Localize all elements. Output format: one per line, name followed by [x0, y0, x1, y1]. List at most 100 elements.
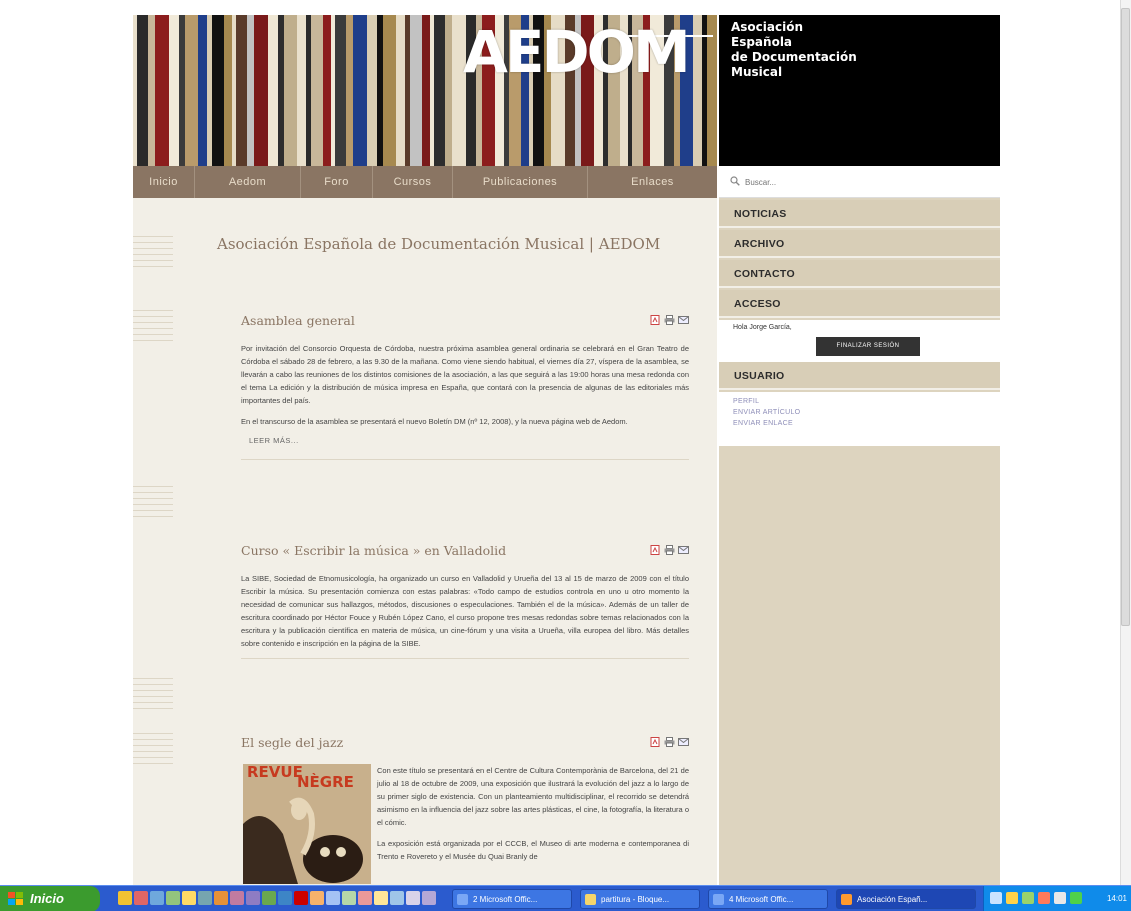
record-spine: [297, 15, 306, 166]
start-button[interactable]: Inicio: [0, 886, 100, 911]
quick-launch-icon[interactable]: [214, 891, 228, 905]
task-label: Asociación Españ...: [857, 895, 928, 904]
taskbar-button-browser[interactable]: Asociación Españ...: [836, 889, 976, 909]
decorative-line: [133, 322, 173, 323]
folder-icon: [585, 894, 596, 905]
tray-icon[interactable]: [990, 892, 1002, 904]
poster-title: NÈGRE: [297, 773, 354, 791]
record-spine: [169, 15, 179, 166]
quick-launch-icon[interactable]: [342, 891, 356, 905]
quick-launch-icon[interactable]: [406, 891, 420, 905]
office-icon: [713, 894, 724, 905]
quick-launch-icon[interactable]: [198, 891, 212, 905]
pdf-icon[interactable]: [650, 737, 661, 747]
revue-negre-poster[interactable]: REVUE NÈGRE: [243, 764, 371, 884]
quick-launch-icon[interactable]: [182, 891, 196, 905]
record-spine: [353, 15, 367, 166]
sidebar-item-archivo[interactable]: ARCHIVO: [719, 230, 1000, 258]
volume-icon[interactable]: [1054, 892, 1066, 904]
media-icon[interactable]: [1070, 892, 1082, 904]
office-icon: [457, 894, 468, 905]
clock: 14:01: [1106, 894, 1127, 903]
email-icon[interactable]: [678, 737, 689, 747]
read-more-link[interactable]: LEER MÁS...: [249, 436, 689, 445]
record-spine: [346, 15, 353, 166]
send-article-link[interactable]: ENVIAR ARTÍCULO: [733, 407, 1000, 418]
article-jazz: El segle del jazz REVUE NÈGRE Con este t…: [241, 735, 689, 884]
email-icon[interactable]: [678, 545, 689, 555]
decorative-line: [133, 328, 173, 329]
usuario-heading: USUARIO: [719, 362, 1000, 390]
record-spine: [148, 15, 155, 166]
send-link-link[interactable]: ENVIAR ENLACE: [733, 418, 1000, 429]
nav-item-aedom[interactable]: Aedom: [195, 166, 301, 198]
record-spine: [236, 15, 247, 166]
print-icon[interactable]: [664, 545, 675, 555]
quick-launch-icon[interactable]: [278, 891, 292, 905]
quick-launch-icon[interactable]: [246, 891, 260, 905]
profile-link[interactable]: PERFIL: [733, 396, 1000, 407]
quick-launch-icon[interactable]: [374, 891, 388, 905]
record-spine: [367, 15, 377, 166]
pdf-icon[interactable]: [650, 315, 661, 325]
logout-button[interactable]: FINALIZAR SESIÓN: [816, 337, 920, 356]
article-body: Por invitación del Consorcio Orquesta de…: [241, 342, 689, 428]
record-spine: [323, 15, 331, 166]
decorative-line: [133, 260, 173, 261]
org-name: Asociación Española de Documentación Mus…: [731, 20, 857, 80]
nav-item-enlaces[interactable]: Enlaces: [588, 166, 717, 198]
search-icon[interactable]: [730, 176, 740, 186]
usuario-panel: PERFIL ENVIAR ARTÍCULO ENVIAR ENLACE: [719, 392, 1000, 446]
article-asamblea: Asamblea general Por invitación del Cons…: [241, 313, 689, 460]
article-title[interactable]: El segle del jazz: [241, 735, 689, 750]
decorative-line: [133, 254, 173, 255]
nav-item-publicaciones[interactable]: Publicaciones: [453, 166, 588, 198]
decorative-line: [133, 334, 173, 335]
greeting-text: Hola Jorge García,: [733, 324, 792, 331]
tray-icon[interactable]: [1038, 892, 1050, 904]
quick-launch-icon[interactable]: [118, 891, 132, 905]
quick-launch-icon[interactable]: [326, 891, 340, 905]
header-banner: AEDOM: [133, 15, 717, 166]
quick-launch-icon[interactable]: [166, 891, 180, 905]
record-spine: [185, 15, 198, 166]
quick-launch-icon[interactable]: [150, 891, 164, 905]
article-title[interactable]: Curso « Escribir la música » en Valladol…: [241, 543, 689, 558]
scrollbar-thumb[interactable]: [1121, 8, 1130, 626]
quick-launch-icon[interactable]: [310, 891, 324, 905]
quick-launch-icon[interactable]: [358, 891, 372, 905]
org-name-line: Española: [731, 35, 793, 49]
article-curso: Curso « Escribir la música » en Valladol…: [241, 543, 689, 659]
quick-launch-icon[interactable]: [262, 891, 276, 905]
task-label: 4 Microsoft Offic...: [729, 895, 794, 904]
article-body: REVUE NÈGRE Con este título se presentar…: [241, 764, 689, 884]
tray-icon[interactable]: [1006, 892, 1018, 904]
sidebar-item-contacto[interactable]: CONTACTO: [719, 260, 1000, 288]
print-icon[interactable]: [664, 315, 675, 325]
article-title[interactable]: Asamblea general: [241, 313, 689, 328]
tray-icon[interactable]: [1022, 892, 1034, 904]
quick-launch-icon[interactable]: [134, 891, 148, 905]
decorative-lines: [133, 198, 173, 885]
nav-item-inicio[interactable]: Inicio: [133, 166, 195, 198]
site-logo[interactable]: AEDOM: [463, 23, 691, 81]
decorative-line: [133, 678, 173, 679]
email-icon[interactable]: [678, 315, 689, 325]
pdf-icon[interactable]: [650, 545, 661, 555]
task-label: 2 Microsoft Offic...: [473, 895, 538, 904]
nav-item-foro[interactable]: Foro: [301, 166, 373, 198]
search-input[interactable]: [745, 174, 990, 190]
quick-launch-icon[interactable]: [422, 891, 436, 905]
browser-icon: [841, 894, 852, 905]
quick-launch-icon[interactable]: [294, 891, 308, 905]
record-spine: [137, 15, 148, 166]
taskbar-button-office-1[interactable]: 2 Microsoft Offic...: [452, 889, 572, 909]
nav-item-cursos[interactable]: Cursos: [373, 166, 453, 198]
print-icon[interactable]: [664, 737, 675, 747]
taskbar-button-office-2[interactable]: 4 Microsoft Offic...: [708, 889, 828, 909]
quick-launch-icon[interactable]: [390, 891, 404, 905]
sidebar-item-noticias[interactable]: NOTICIAS: [719, 200, 1000, 228]
taskbar-button-partitura[interactable]: partitura - Bloque...: [580, 889, 700, 909]
record-spine: [410, 15, 422, 166]
quick-launch-icon[interactable]: [230, 891, 244, 905]
